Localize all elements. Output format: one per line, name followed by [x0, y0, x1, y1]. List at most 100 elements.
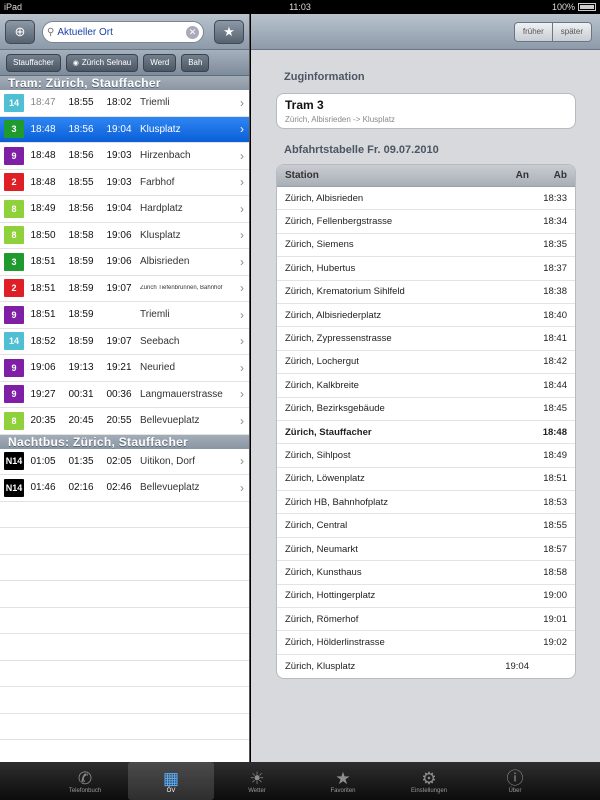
departure-row[interactable]: 2 18:48 18:55 19:03 Farbhof › — [0, 169, 249, 196]
departure-time: 18:51 — [30, 309, 56, 321]
departure-row[interactable]: 9 19:27 00:31 00:36 Langmauerstrasse › — [0, 381, 249, 408]
line-badge: 8 — [4, 226, 24, 245]
departure-row[interactable]: 9 19:06 19:13 19:21 Neuried › — [0, 355, 249, 382]
departure-time: 18:56 — [68, 123, 94, 135]
stop-station: Zürich, Stauffacher — [285, 426, 372, 438]
tab-star[interactable]: ★ Favoriten — [300, 762, 386, 800]
col-station: Station — [285, 170, 319, 181]
earlier-button[interactable]: früher — [514, 23, 552, 41]
destination: Klusplatz — [140, 123, 181, 135]
stop-departure: 18:40 — [543, 309, 567, 321]
stop-station: Zürich, Zypressenstrasse — [285, 333, 392, 345]
departure-row[interactable]: 14 18:47 18:55 18:02 Triemli › — [0, 90, 249, 117]
chip-zuerich-selnau[interactable]: ◉ Zürich Selnau — [65, 53, 139, 72]
tab-tram[interactable]: ▦ ÖV — [128, 762, 214, 800]
later-button[interactable]: später — [551, 23, 591, 41]
departure-row[interactable]: 8 18:49 18:56 19:04 Hardplatz › — [0, 196, 249, 223]
stop-departure: 18:35 — [543, 239, 567, 251]
departure-row[interactable]: 3 18:48 18:56 19:04 Klusplatz › — [0, 116, 249, 143]
line-badge: 9 — [4, 385, 24, 404]
timetable-row: Zürich, Römerhof 19:01 — [277, 608, 575, 632]
stop-departure: 19:02 — [543, 637, 567, 649]
departure-time: 18:59 — [68, 256, 94, 268]
timetable-row: Zürich, Neumarkt 18:57 — [277, 538, 575, 562]
departure-time: 19:04 — [106, 123, 132, 135]
stop-departure: 18:34 — [543, 216, 567, 228]
locate-button[interactable]: ⊕ — [5, 20, 35, 44]
stop-station: Zürich, Römerhof — [285, 613, 359, 625]
stop-arrival: 19:04 — [505, 661, 529, 672]
departure-row[interactable]: 2 18:51 18:59 19:07 Zürich Tiefenbrunnen, Ba… — [0, 275, 249, 302]
clear-icon[interactable]: ✕ — [186, 25, 199, 39]
tab-info[interactable]: ⓘ Über — [472, 762, 558, 800]
favorite-button[interactable]: ★ — [214, 20, 244, 44]
empty-row — [0, 608, 249, 634]
destination: Klusplatz — [140, 229, 181, 241]
departure-row[interactable]: N14 01:46 02:16 02:46 Bellevueplatz › — [0, 475, 249, 502]
chip-stauffacher[interactable]: Stauffacher — [6, 53, 61, 72]
departure-time: 01:35 — [68, 455, 94, 467]
destination: Hardplatz — [140, 203, 183, 215]
empty-row — [0, 634, 249, 661]
empty-row — [0, 714, 249, 740]
timetable: Station An Ab Zürich, Albisrieden 18:33 Zü… — [276, 164, 576, 680]
departure-time: 01:05 — [30, 455, 56, 467]
departure-time: 19:06 — [106, 256, 132, 268]
train-title: Tram 3 — [285, 98, 324, 112]
detail-toolbar: früher später — [251, 14, 600, 50]
stop-departure: 18:49 — [543, 449, 567, 461]
stop-station: Zürich, Albisriederplatz — [285, 309, 382, 321]
chevron-right-icon: › — [240, 175, 244, 190]
chevron-right-icon: › — [240, 201, 244, 216]
departure-time: 19:07 — [106, 335, 132, 347]
info-icon: ⓘ — [506, 768, 524, 788]
departure-time: 02:46 — [106, 482, 132, 494]
departure-time: 18:55 — [68, 176, 94, 188]
stop-station: Zürich, Klusplatz — [285, 661, 356, 672]
timetable-header: Station An Ab — [277, 165, 575, 187]
departure-row[interactable]: 8 20:35 20:45 20:55 Bellevueplatz › — [0, 408, 249, 435]
tab-gear[interactable]: ⚙ Einstellungen — [386, 762, 472, 800]
destination: Seebach — [140, 335, 180, 347]
stop-station: Zürich, Lochergut — [285, 356, 359, 368]
departure-row[interactable]: N14 01:05 01:35 02:05 Uitikon, Dorf › — [0, 448, 249, 475]
tab-phone[interactable]: ✆ Telefonbuch — [42, 762, 128, 800]
departure-time: 00:31 — [68, 388, 94, 400]
departure-row[interactable]: 14 18:52 18:59 19:07 Seebach › — [0, 328, 249, 355]
departure-time: 19:21 — [106, 362, 132, 374]
stop-station: Zürich, Hölderlinstrasse — [285, 637, 385, 649]
chip-bah[interactable]: Bah — [181, 53, 210, 72]
destination: Bellevueplatz — [140, 415, 200, 427]
station-chips: Stauffacher ◉ Zürich Selnau Werd Bah — [0, 50, 249, 76]
battery-percent: 100% — [551, 2, 575, 12]
line-badge: N14 — [4, 452, 24, 471]
stop-station: Zürich, Central — [285, 520, 348, 532]
chevron-right-icon: › — [240, 95, 244, 110]
departure-time: 19:03 — [106, 176, 132, 188]
clock: 11:03 — [289, 2, 311, 12]
chevron-right-icon: › — [240, 334, 244, 349]
chip-werd[interactable]: Werd — [143, 53, 177, 72]
tab-sun[interactable]: ☀ Wetter — [214, 762, 300, 800]
timetable-row: Zürich, Albisrieden 18:33 — [277, 187, 575, 211]
departure-row[interactable]: 3 18:51 18:59 19:06 Albisrieden › — [0, 249, 249, 276]
destination: Neuried — [140, 362, 176, 374]
departure-time: 20:35 — [30, 415, 56, 427]
chevron-right-icon: › — [240, 360, 244, 375]
stop-departure: 18:58 — [543, 566, 567, 578]
departure-time: 18:48 — [30, 150, 56, 162]
line-badge: 3 — [4, 252, 24, 271]
departure-row[interactable]: 8 18:50 18:58 19:06 Klusplatz › — [0, 222, 249, 249]
timetable-row: Zürich, Kalkbreite 18:44 — [277, 374, 575, 398]
departure-row[interactable]: 9 18:51 18:59 Triemli › — [0, 302, 249, 329]
battery-status: 100% — [552, 2, 596, 12]
chevron-right-icon: › — [240, 413, 244, 428]
location-pin-icon: ◉ — [72, 59, 79, 67]
tab-label: Telefonbuch — [68, 787, 102, 794]
destination: Farbhof — [140, 176, 175, 188]
search-bar: ⊕ ⚲ Aktueller Ort ✕ ★ — [0, 14, 249, 50]
departure-row[interactable]: 9 18:48 18:56 19:03 Hirzenbach › — [0, 143, 249, 170]
search-input[interactable]: ⚲ Aktueller Ort ✕ — [42, 21, 204, 43]
timetable-row: Zürich, Löwenplatz 18:51 — [277, 468, 575, 492]
departure-time: 19:06 — [30, 362, 56, 374]
